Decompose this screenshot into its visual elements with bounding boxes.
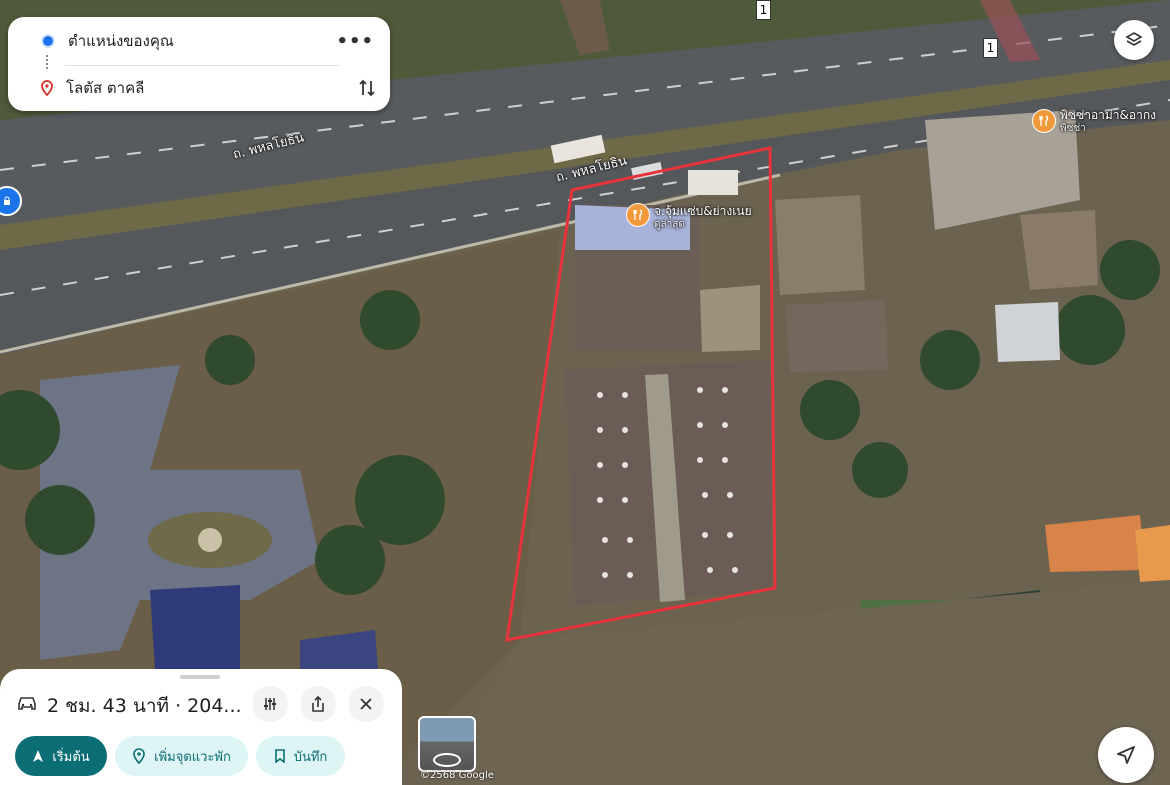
share-icon (312, 695, 324, 712)
street-view-icon (433, 753, 461, 767)
car-icon (18, 697, 36, 710)
start-button-label: เริ่มต้น (52, 749, 90, 765)
layers-icon (1125, 32, 1143, 46)
more-icon[interactable]: ••• (336, 31, 374, 52)
locate-icon (1117, 746, 1135, 764)
start-button[interactable]: เริ่มต้น (15, 736, 107, 776)
add-stop-button[interactable]: เพิ่มจุดแวะพัก (115, 736, 248, 776)
poi-category: ดูล่าสุด (654, 219, 685, 230)
directions-bottom-sheet: 2 ชม. 43 นาที · 204... เริ่มต้น เพิ่มจุด… (0, 669, 402, 785)
poi-marker[interactable] (626, 203, 650, 227)
destination-pin-icon (41, 80, 53, 96)
swap-icon[interactable] (358, 78, 376, 98)
drag-handle[interactable] (180, 675, 220, 679)
tune-icon (264, 698, 276, 710)
origin-dot-icon (41, 34, 55, 48)
poi-marker[interactable] (1032, 109, 1056, 133)
copyright-text: ©2568 Google (420, 770, 494, 781)
save-button[interactable]: บันทึก (256, 736, 345, 776)
highway-shield: 1 (756, 0, 771, 20)
close-button[interactable] (348, 686, 384, 722)
close-icon (360, 698, 372, 710)
route-divider (65, 65, 340, 66)
save-button-label: บันทึก (293, 749, 328, 765)
route-card: ตำแหน่งของคุณ ••• โลตัส ตาคลี (8, 17, 390, 111)
lock-icon (4, 196, 10, 205)
poi-name: จ.จุ้มแซ่บ&ย่างเนย (654, 204, 752, 218)
street-view-thumbnail[interactable] (418, 716, 476, 772)
highway-shield: 1 (983, 38, 998, 58)
restaurant-icon (633, 209, 643, 220)
add-stop-button-label: เพิ่มจุดแวะพัก (154, 749, 231, 765)
origin-field[interactable]: ตำแหน่งของคุณ (68, 29, 336, 53)
route-options-button[interactable] (252, 686, 288, 722)
destination-field[interactable]: โลตัส ตาคลี (66, 76, 358, 100)
poi-category: พิซซ่า (1060, 123, 1086, 134)
navigate-icon (33, 750, 44, 762)
route-summary: 2 ชม. 43 นาที · 204... (47, 695, 242, 717)
poi-label[interactable]: พิซซ่าอาม่า&อากง พิซซ่า (1060, 109, 1156, 135)
restaurant-icon (1039, 115, 1049, 126)
poi-name: พิซซ่าอาม่า&อากง (1060, 108, 1156, 122)
layers-button[interactable] (1114, 20, 1154, 60)
my-location-button[interactable] (1098, 727, 1154, 783)
satellite-map[interactable] (0, 0, 1170, 785)
add-stop-icon (133, 748, 145, 764)
share-button[interactable] (300, 686, 336, 722)
poi-label[interactable]: จ.จุ้มแซ่บ&ย่างเนย ดูล่าสุด (654, 205, 752, 231)
bookmark-icon (274, 749, 285, 763)
route-connector-dots (46, 55, 50, 69)
